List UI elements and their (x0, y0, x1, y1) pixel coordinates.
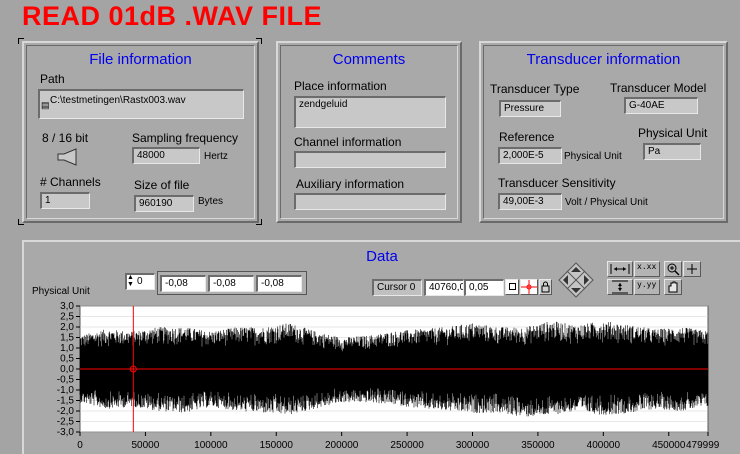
x-tick-label: 300000 (456, 440, 490, 451)
y-tick-label: -1,0 (57, 385, 75, 396)
y-tick-label: 0,0 (60, 364, 74, 375)
y-tick-label: 3,0 (60, 301, 74, 312)
y-tick-label: -0,5 (57, 375, 75, 386)
y-tick-label: 1,0 (60, 343, 74, 354)
x-tick-label: 350000 (521, 440, 555, 451)
x-tick-label: 400000 (587, 440, 621, 451)
x-tick-label: 150000 (260, 440, 294, 451)
x-tick-label: 0 (77, 440, 83, 451)
x-tick-label: 200000 (325, 440, 359, 451)
y-tick-label: -1,5 (57, 396, 75, 407)
x-tick-label: 100000 (194, 440, 228, 451)
y-tick-label: -2,0 (57, 406, 75, 417)
y-tick-label: 2,5 (60, 312, 74, 323)
x-tick-label: 50000 (132, 440, 160, 451)
x-tick-label: 250000 (390, 440, 424, 451)
y-tick-label: -3,0 (57, 427, 75, 438)
y-tick-label: 2,0 (60, 322, 74, 333)
waveform-chart[interactable]: 3,02,52,01,51,00,50,0-0,5-1,0-1,5-2,0-2,… (0, 0, 740, 454)
y-tick-label: 1,5 (60, 333, 74, 344)
y-tick-label: 0,5 (60, 354, 74, 365)
x-tick-label: 479999 (686, 440, 720, 451)
x-tick-label: 450000 (652, 440, 686, 451)
y-tick-label: -2,5 (57, 417, 75, 428)
